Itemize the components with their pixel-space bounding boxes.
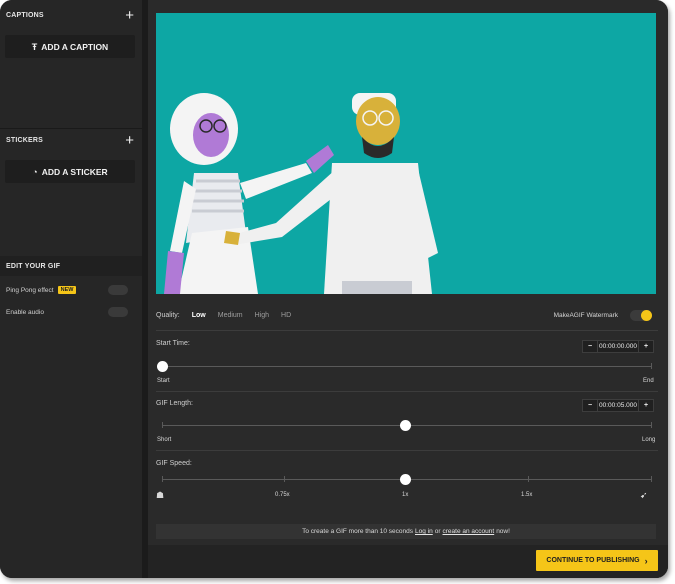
- speed-tick-label: 1x: [402, 492, 409, 498]
- stickers-title: STICKERS: [6, 136, 43, 144]
- quality-row: Quality: Low Medium High HD MakeAGIF Wat…: [156, 308, 658, 322]
- gif-speed-tick: [162, 476, 163, 482]
- gif-length-tick-end: [651, 422, 652, 428]
- captions-title: CAPTIONS: [6, 11, 44, 19]
- speed-tick-label: 0.75x: [275, 492, 290, 498]
- start-label: Start: [157, 378, 170, 384]
- woman-figure: [164, 93, 334, 294]
- add-caption-plus-icon[interactable]: +: [125, 8, 134, 23]
- speed-tick-label: 1.5x: [521, 492, 533, 498]
- main-panel: Quality: Low Medium High HD MakeAGIF Wat…: [148, 0, 668, 578]
- signup-info-bar: To create a GIF more than 10 seconds Log…: [156, 524, 656, 539]
- section-divider: [156, 391, 658, 392]
- watermark-label: MakeAGIF Watermark: [553, 311, 618, 319]
- watermark-toggle[interactable]: [630, 309, 652, 321]
- start-time-increment-button[interactable]: +: [638, 340, 654, 353]
- quality-option-medium[interactable]: Medium: [218, 312, 243, 319]
- add-sticker-button[interactable]: ◔ ADD A STICKER: [5, 160, 135, 183]
- gif-speed-tick: [284, 476, 285, 482]
- start-time-label: Start Time:: [156, 340, 190, 347]
- bottom-bar: CONTINUE TO PUBLISHING ›: [148, 545, 668, 578]
- edit-gif-title: EDIT YOUR GIF: [6, 262, 61, 270]
- info-suffix: now!: [496, 528, 510, 535]
- gif-speed-label: GIF Speed:: [156, 460, 192, 467]
- gif-length-stepper: − 00:00:05.000 +: [582, 399, 654, 412]
- quality-label: Quality:: [156, 311, 180, 319]
- chevron-right-icon: ›: [644, 555, 648, 566]
- enable-audio-option: Enable audio: [6, 305, 136, 319]
- section-divider: [156, 450, 658, 451]
- gif-speed-slider-thumb[interactable]: [400, 474, 411, 485]
- preview-illustration: [164, 93, 438, 294]
- info-prefix: To create a GIF more than 10 seconds: [302, 528, 413, 535]
- start-time-stepper: − 00:00:00.000 +: [582, 340, 654, 353]
- start-time-decrement-button[interactable]: −: [582, 340, 598, 353]
- edit-gif-header: EDIT YOUR GIF: [0, 256, 142, 276]
- enable-audio-toggle[interactable]: [108, 307, 128, 317]
- start-time-slider-thumb[interactable]: [157, 361, 168, 372]
- continue-to-publishing-button[interactable]: CONTINUE TO PUBLISHING ›: [536, 550, 658, 571]
- turtle-icon: ☗: [156, 490, 165, 500]
- end-label: End: [643, 378, 654, 384]
- captions-header: CAPTIONS +: [0, 2, 142, 28]
- sticker-icon: ◔: [32, 166, 38, 177]
- gif-speed-tick: [528, 476, 529, 482]
- info-or: or: [434, 528, 441, 535]
- ping-pong-option: Ping Pong effect NEW: [6, 283, 136, 297]
- add-caption-button[interactable]: Ŧ ADD A CAPTION: [5, 35, 135, 58]
- add-sticker-label: ADD A STICKER: [41, 166, 108, 177]
- add-caption-label: ADD A CAPTION: [41, 41, 109, 52]
- toggle-knob: [641, 309, 652, 321]
- create-account-link[interactable]: create an account: [443, 528, 495, 535]
- ping-pong-toggle[interactable]: [108, 285, 128, 295]
- editor-window: CAPTIONS + Ŧ ADD A CAPTION STICKERS + ◔ …: [0, 0, 668, 578]
- text-icon: Ŧ: [31, 41, 38, 52]
- gif-length-slider-thumb[interactable]: [400, 420, 411, 431]
- continue-label: CONTINUE TO PUBLISHING: [546, 557, 640, 564]
- rabbit-icon: ➹: [640, 490, 648, 500]
- sidebar: CAPTIONS + Ŧ ADD A CAPTION STICKERS + ◔ …: [0, 0, 142, 578]
- stickers-header: STICKERS +: [0, 127, 142, 153]
- short-label: Short: [157, 437, 172, 443]
- long-label: Long: [642, 437, 656, 443]
- section-divider: [156, 330, 658, 331]
- quality-option-low[interactable]: Low: [192, 312, 206, 319]
- gif-length-label: GIF Length:: [156, 400, 193, 407]
- gif-speed-tick: [651, 476, 652, 482]
- gif-length-value[interactable]: 00:00:05.000: [598, 399, 638, 412]
- enable-audio-label: Enable audio: [6, 308, 44, 316]
- gif-length-tick-start: [162, 422, 163, 428]
- login-link[interactable]: Log in: [415, 528, 433, 535]
- gif-preview: [156, 13, 656, 294]
- add-sticker-plus-icon[interactable]: +: [125, 133, 134, 148]
- gif-length-increment-button[interactable]: +: [638, 399, 654, 412]
- ping-pong-label: Ping Pong effect: [6, 286, 54, 294]
- gif-length-decrement-button[interactable]: −: [582, 399, 598, 412]
- quality-option-high[interactable]: High: [255, 312, 269, 319]
- start-time-track[interactable]: [162, 366, 652, 367]
- start-time-value[interactable]: 00:00:00.000: [598, 340, 638, 353]
- new-badge: NEW: [57, 286, 77, 294]
- start-time-tick-end: [651, 363, 652, 369]
- quality-option-hd[interactable]: HD: [281, 312, 291, 319]
